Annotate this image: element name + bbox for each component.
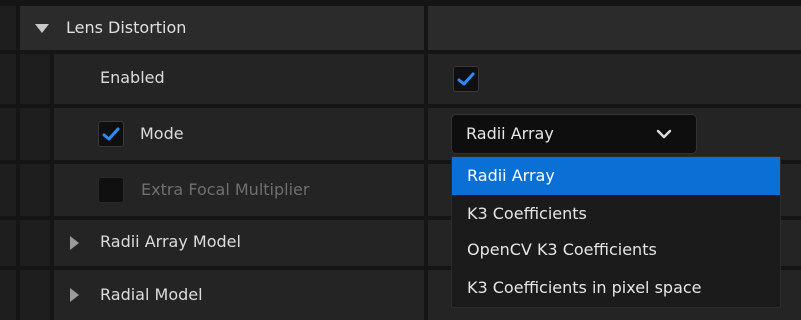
dropdown-option-label: Radii Array: [467, 166, 555, 185]
radial-model-label: Radial Model: [100, 285, 203, 304]
indent-strip: [0, 108, 16, 160]
checkmark-icon: [102, 127, 120, 141]
radii-array-model-label: Radii Array Model: [100, 232, 241, 251]
mode-combo-value: Radii Array: [466, 124, 554, 143]
mode-dropdown-menu: Radii Array K3 Coefficients OpenCV K3 Co…: [451, 156, 781, 308]
header-right-cell: [428, 6, 801, 50]
mode-override-checkbox[interactable]: [98, 121, 124, 147]
dropdown-option-opencv-k3-coefficients[interactable]: OpenCV K3 Coefficients: [452, 231, 780, 269]
enabled-checkbox[interactable]: [453, 66, 479, 92]
mode-combo-box[interactable]: Radii Array: [451, 114, 697, 154]
mode-label: Mode: [140, 124, 184, 143]
dropdown-option-label: OpenCV K3 Coefficients: [467, 240, 657, 259]
dropdown-option-label: K3 Coefficients: [467, 204, 587, 223]
dropdown-option-k3-coefficients[interactable]: K3 Coefficients: [452, 195, 780, 233]
indent-strip: [20, 54, 50, 104]
expand-arrow-icon[interactable]: [70, 288, 79, 302]
checkmark-icon: [457, 72, 475, 86]
extra-focal-checkbox[interactable]: [98, 177, 124, 203]
indent-strip: [20, 220, 50, 266]
category-title: Lens Distortion: [66, 18, 187, 37]
indent-strip: [0, 6, 16, 50]
details-panel: Lens Distortion Enabled Mode Extra Focal…: [0, 0, 801, 320]
indent-strip: [20, 108, 50, 160]
dropdown-option-label: K3 Coefficients in pixel space: [467, 278, 702, 297]
property-row-enabled: Enabled: [0, 54, 801, 104]
indent-strip: [20, 270, 50, 320]
category-header-lens-distortion[interactable]: Lens Distortion: [0, 6, 801, 50]
expand-arrow-icon[interactable]: [70, 236, 79, 250]
dropdown-option-k3-coefficients-pixel-space[interactable]: K3 Coefficients in pixel space: [452, 269, 780, 307]
enabled-label: Enabled: [100, 68, 165, 87]
indent-strip: [0, 270, 16, 320]
extra-focal-label: Extra Focal Multiplier: [141, 180, 310, 199]
indent-strip: [0, 220, 16, 266]
expand-arrow-icon[interactable]: [35, 24, 49, 33]
indent-strip: [0, 164, 16, 216]
property-value-cell: [428, 54, 801, 104]
dropdown-option-radii-array[interactable]: Radii Array: [452, 157, 780, 195]
chevron-down-icon: [656, 129, 672, 139]
indent-strip: [20, 164, 50, 216]
indent-strip: [0, 54, 16, 104]
